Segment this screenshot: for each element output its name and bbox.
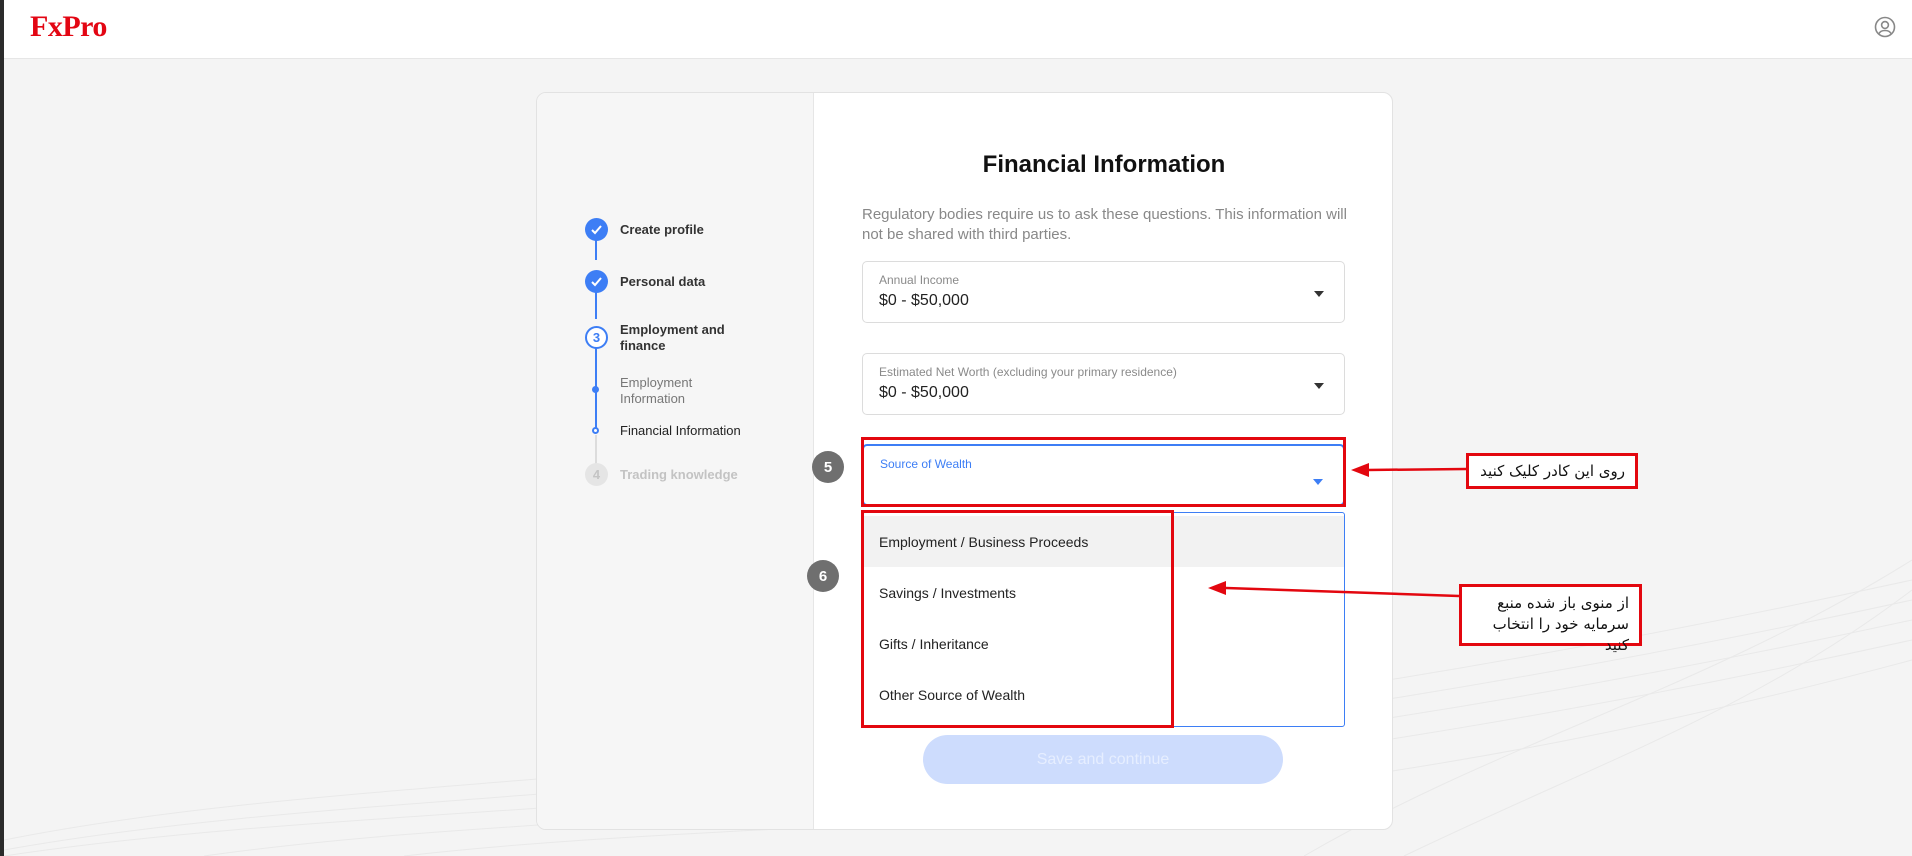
substep-employment-information: Employment Information xyxy=(620,375,693,406)
top-bar: FxPro xyxy=(4,0,1912,59)
chevron-down-icon xyxy=(1314,383,1324,389)
step-1-label: Create profile xyxy=(620,222,704,237)
annual-income-select[interactable]: Annual Income $0 - $50,000 xyxy=(862,261,1345,323)
step-2-check-icon xyxy=(585,270,608,293)
form-description: Regulatory bodies require us to ask thes… xyxy=(862,206,1347,243)
step-2-label: Personal data xyxy=(620,274,706,289)
annotation-callout-click: روی این کادر کلیک کنید xyxy=(1466,453,1638,489)
annotation-highlight-field xyxy=(861,437,1346,507)
progress-sidebar: Create profile Personal data 3 Employmen… xyxy=(537,93,814,829)
user-circle-icon[interactable] xyxy=(1874,16,1896,38)
step-connector xyxy=(595,435,597,464)
net-worth-label: Estimated Net Worth (excluding your prim… xyxy=(879,365,1177,379)
step-4-number: 4 xyxy=(585,463,608,486)
annotation-highlight-menu xyxy=(861,510,1174,728)
net-worth-value: $0 - $50,000 xyxy=(879,384,969,401)
substep-dot xyxy=(592,386,599,393)
annotation-callout-select: از منوی باز شده منبع سرمایه خود را انتخا… xyxy=(1459,584,1642,654)
page-title: Financial Information xyxy=(982,151,1226,178)
annual-income-label: Annual Income xyxy=(879,273,960,287)
step-4-label: Trading knowledge xyxy=(620,467,738,482)
substep-financial-information: Financial Information xyxy=(620,423,741,438)
annual-income-value: $0 - $50,000 xyxy=(879,292,969,309)
step-badge-6: 6 xyxy=(807,560,839,592)
net-worth-select[interactable]: Estimated Net Worth (excluding your prim… xyxy=(862,353,1345,415)
step-1-check-icon xyxy=(585,218,608,241)
save-and-continue-button[interactable]: Save and continue xyxy=(923,735,1283,784)
fxpro-logo[interactable]: FxPro xyxy=(30,10,107,44)
substep-dot-current xyxy=(592,427,599,434)
step-badge-5: 5 xyxy=(812,451,844,483)
chevron-down-icon xyxy=(1314,291,1324,297)
step-3-label: Employment and finance xyxy=(620,322,725,353)
step-3-number: 3 xyxy=(585,326,608,349)
